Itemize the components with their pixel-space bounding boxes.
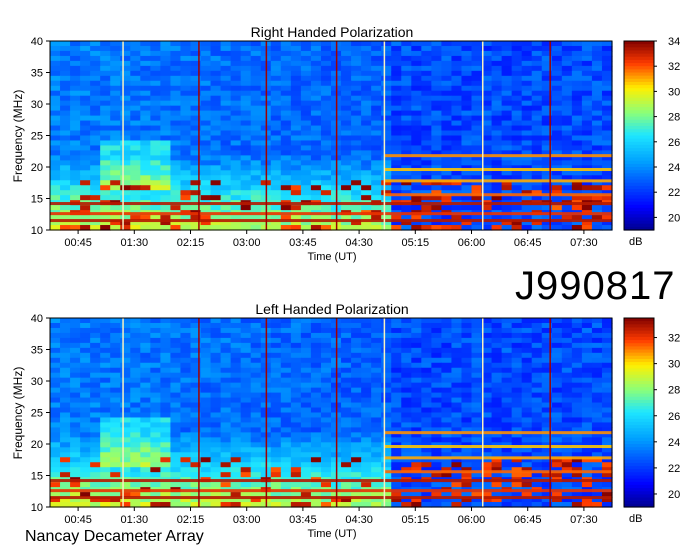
y-tick-label: 15 — [31, 471, 43, 483]
x-tick-label: 03:45 — [289, 237, 317, 249]
colorbar-tick-label: 20 — [668, 489, 680, 501]
colorbar-tick-label: 24 — [668, 437, 680, 449]
y-tick-label: 25 — [31, 408, 43, 420]
y-axis-label-right: Frequency (MHz) — [11, 89, 25, 183]
colorbar-tick-label: 28 — [668, 112, 680, 124]
x-tick-label: 03:00 — [233, 237, 261, 249]
colorbar-tick-label: 22 — [668, 187, 680, 199]
x-tick-label: 07:30 — [570, 514, 598, 526]
x-tick-label: 06:00 — [458, 237, 486, 249]
x-tick-label: 05:15 — [402, 237, 430, 249]
x-axis-label-right: Time (UT) — [307, 251, 357, 263]
colorbar-tick-label: 26 — [668, 137, 680, 149]
x-tick-label: 02:15 — [177, 237, 205, 249]
dataset-identifier: J990817 — [515, 264, 676, 308]
y-tick-label: 40 — [31, 313, 43, 325]
x-tick-label: 05:15 — [402, 514, 430, 526]
x-tick-label: 06:45 — [514, 237, 542, 249]
x-tick-label: 04:30 — [345, 514, 373, 526]
x-tick-label: 01:30 — [121, 514, 149, 526]
plot-frame — [49, 40, 613, 231]
x-tick-label: 04:30 — [345, 237, 373, 249]
colorbar-unit-right: dB — [629, 236, 643, 248]
x-tick-label: 06:45 — [514, 514, 542, 526]
x-tick-label: 00:45 — [64, 237, 92, 249]
y-tick-label: 35 — [31, 345, 43, 357]
colorbar — [623, 317, 655, 508]
y-tick-label: 15 — [31, 194, 43, 206]
colorbar-tick-label: 24 — [668, 162, 680, 174]
colorbar-tick-label: 30 — [668, 86, 680, 98]
x-tick-label: 03:00 — [233, 514, 261, 526]
colorbar-tick-label: 28 — [668, 385, 680, 397]
y-tick-label: 20 — [31, 162, 43, 174]
colorbar-tick-label: 32 — [668, 333, 680, 345]
heatmap-cells — [50, 41, 613, 231]
y-axis-label-left: Frequency (MHz) — [11, 366, 25, 460]
heatmap-cells — [50, 318, 613, 508]
y-tick-label: 20 — [31, 439, 43, 451]
colorbar — [623, 40, 655, 231]
x-tick-label: 02:15 — [177, 514, 205, 526]
y-tick-label: 35 — [31, 68, 43, 80]
x-tick-label: 06:00 — [458, 514, 486, 526]
colorbar-tick-label: 30 — [668, 359, 680, 371]
x-tick-label: 01:30 — [121, 237, 149, 249]
y-tick-label: 40 — [31, 36, 43, 48]
y-tick-label: 30 — [31, 99, 43, 111]
colorbar-tick-label: 22 — [668, 463, 680, 475]
colorbar-tick-label: 34 — [668, 36, 680, 48]
x-tick-label: 03:45 — [289, 514, 317, 526]
x-tick-label: 07:30 — [570, 237, 598, 249]
colorbar-tick-label: 32 — [668, 61, 680, 73]
panel-title-right: Right Handed Polarization — [250, 24, 414, 40]
y-tick-label: 25 — [31, 131, 43, 143]
y-tick-label: 10 — [31, 225, 43, 237]
x-tick-label: 00:45 — [64, 514, 92, 526]
colorbar-unit-left: dB — [629, 513, 643, 525]
colorbar-tick-label: 26 — [668, 411, 680, 423]
plot-frame — [49, 317, 613, 508]
colorbar-tick-label: 20 — [668, 212, 680, 224]
footer-credit: Nancay Decameter Array — [25, 528, 204, 545]
panel-title-left: Left Handed Polarization — [255, 301, 409, 317]
y-tick-label: 30 — [31, 376, 43, 388]
y-tick-label: 10 — [31, 502, 43, 514]
x-axis-label-left: Time (UT) — [307, 528, 357, 540]
